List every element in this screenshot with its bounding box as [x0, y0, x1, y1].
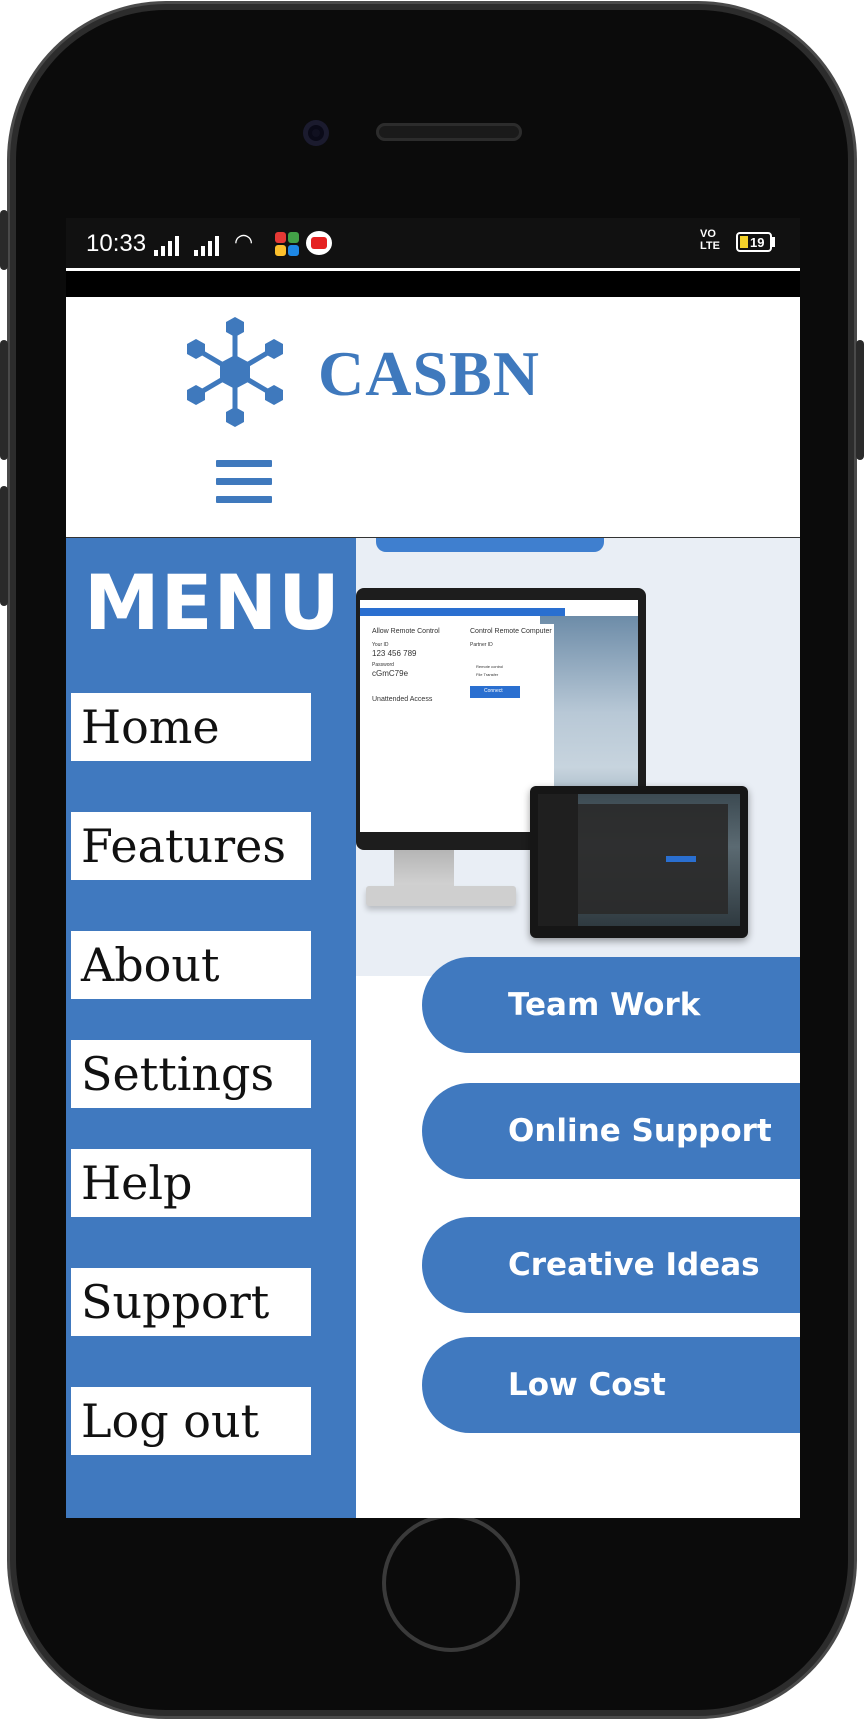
battery-icon: 19 — [736, 232, 772, 252]
signal-2-icon — [194, 234, 219, 256]
feature-label: Low Cost — [508, 1367, 666, 1403]
menu-item-support[interactable]: Support — [71, 1268, 311, 1336]
power-button — [856, 340, 864, 460]
volume-down-button — [0, 486, 8, 606]
signal-1-icon — [154, 234, 179, 256]
feature-label: Online Support — [508, 1113, 772, 1149]
brand-name: CASBN — [318, 338, 540, 409]
menu-item-log-out[interactable]: Log out — [71, 1387, 311, 1455]
remote-control-panel: Allow Remote Control Control Remote Comp… — [368, 624, 554, 824]
hamburger-icon[interactable] — [216, 460, 272, 506]
battery-level: 19 — [750, 235, 765, 250]
phone-screen: 10:33 ◠ VO LTE 19 CASBN MENU Home Featur… — [66, 218, 800, 1518]
control-remote-title: Control Remote Computer — [470, 628, 552, 635]
network-type-label: VO LTE — [700, 228, 720, 252]
monitor-edge — [376, 538, 604, 552]
menu-item-about[interactable]: About — [71, 931, 311, 999]
monitor-stand — [394, 850, 454, 890]
sidebar-menu: MENU Home Features About Settings Help S… — [66, 538, 356, 1518]
remote-control-option: Remote control — [476, 664, 504, 669]
youtube-app-icon — [306, 231, 332, 255]
menu-item-help[interactable]: Help — [71, 1149, 311, 1217]
menu-item-home[interactable]: Home — [71, 693, 311, 761]
earpiece-speaker — [376, 123, 522, 141]
app-content: CASBN MENU Home Features About Settings … — [66, 297, 800, 1518]
feature-creative-ideas[interactable]: Creative Ideas — [422, 1217, 800, 1313]
app-header: CASBN — [66, 297, 800, 539]
menu-item-settings[interactable]: Settings — [71, 1040, 311, 1108]
connect-button: Connect — [470, 686, 520, 698]
your-id-label: Your ID — [372, 642, 389, 648]
hero-image: Allow Remote Control Control Remote Comp… — [356, 538, 800, 976]
molecule-network-icon — [187, 317, 283, 427]
menu-item-features[interactable]: Features — [71, 812, 311, 880]
status-bar: 10:33 ◠ VO LTE 19 — [66, 218, 800, 268]
mute-switch — [0, 210, 8, 270]
wifi-icon: ◠ — [234, 230, 254, 255]
feature-low-cost[interactable]: Low Cost — [422, 1337, 800, 1433]
unattended-access-label: Unattended Access — [372, 696, 433, 703]
your-id-value: 123 456 789 — [372, 649, 417, 658]
password-label: Password — [372, 662, 394, 668]
tablet-device — [530, 786, 748, 938]
feature-online-support[interactable]: Online Support — [422, 1083, 800, 1179]
pinwheel-app-icon — [275, 232, 299, 256]
home-button[interactable] — [386, 1518, 516, 1648]
status-time: 10:33 — [86, 230, 147, 257]
partner-id-label: Partner ID — [470, 642, 493, 648]
feature-label: Creative Ideas — [508, 1247, 760, 1283]
feature-team-work[interactable]: Team Work — [422, 957, 800, 1053]
allow-remote-title: Allow Remote Control — [372, 628, 440, 635]
volume-up-button — [0, 340, 8, 460]
monitor-base — [366, 886, 516, 906]
feature-label: Team Work — [508, 987, 701, 1023]
password-value: cGmC79e — [372, 669, 409, 678]
front-camera — [303, 120, 329, 146]
menu-title: MENU — [84, 558, 341, 647]
file-transfer-option: File Transfer — [476, 672, 499, 677]
